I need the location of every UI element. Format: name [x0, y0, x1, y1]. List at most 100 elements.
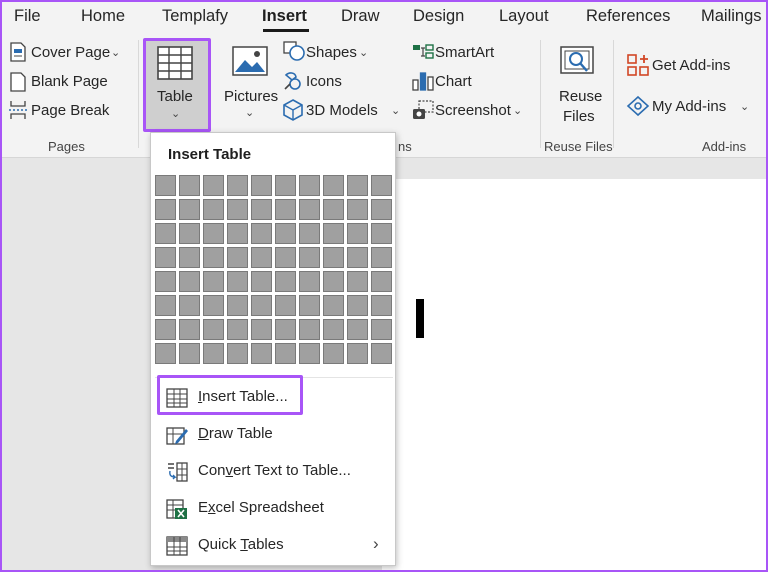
table-grid-cell[interactable]: [227, 295, 248, 316]
tab-home[interactable]: Home: [81, 7, 125, 26]
table-grid-cell[interactable]: [227, 319, 248, 340]
table-grid-cell[interactable]: [155, 271, 176, 292]
table-grid-cell[interactable]: [323, 199, 344, 220]
table-grid-cell[interactable]: [179, 319, 200, 340]
menu-item-draw-table[interactable]: Draw Table: [151, 417, 395, 453]
table-grid-cell[interactable]: [155, 295, 176, 316]
table-grid-cell[interactable]: [299, 175, 320, 196]
table-grid-cell[interactable]: [299, 247, 320, 268]
table-grid-cell[interactable]: [203, 247, 224, 268]
chevron-down-icon: ⌄: [245, 107, 255, 119]
table-grid-cell[interactable]: [155, 199, 176, 220]
table-grid-cell[interactable]: [179, 223, 200, 244]
tab-file[interactable]: File: [14, 7, 41, 26]
table-grid-cell[interactable]: [155, 223, 176, 244]
table-grid-cell[interactable]: [179, 199, 200, 220]
table-grid-cell[interactable]: [347, 319, 368, 340]
table-grid-cell[interactable]: [371, 247, 392, 268]
table-grid-cell[interactable]: [275, 319, 296, 340]
table-grid-cell[interactable]: [179, 175, 200, 196]
table-grid-cell[interactable]: [347, 295, 368, 316]
table-grid-cell[interactable]: [371, 223, 392, 244]
table-grid-cell[interactable]: [275, 271, 296, 292]
table-grid-cell[interactable]: [155, 343, 176, 364]
tab-templafy[interactable]: Templafy: [162, 7, 228, 26]
tab-references[interactable]: References: [586, 7, 670, 26]
icons-label: Icons: [306, 73, 342, 90]
table-grid-cell[interactable]: [371, 271, 392, 292]
table-grid-cell[interactable]: [323, 343, 344, 364]
table-grid-cell[interactable]: [275, 247, 296, 268]
active-tab-indicator: [263, 29, 309, 32]
table-grid-cell[interactable]: [323, 319, 344, 340]
table-grid-cell[interactable]: [371, 319, 392, 340]
tab-mailings[interactable]: Mailings: [701, 7, 762, 26]
table-grid-cell[interactable]: [227, 343, 248, 364]
table-grid-cell[interactable]: [371, 295, 392, 316]
table-grid-cell[interactable]: [299, 271, 320, 292]
table-grid-cell[interactable]: [179, 343, 200, 364]
table-grid-cell[interactable]: [323, 295, 344, 316]
table-grid-cell[interactable]: [347, 247, 368, 268]
table-grid-cell[interactable]: [227, 223, 248, 244]
menu-item-label: Quick Tables: [198, 536, 284, 553]
menu-item-quick-tables[interactable]: Quick Tables ›: [151, 528, 395, 564]
table-grid-cell[interactable]: [179, 295, 200, 316]
table-grid-cell[interactable]: [179, 271, 200, 292]
tab-design[interactable]: Design: [413, 7, 464, 26]
table-grid-cell[interactable]: [251, 175, 272, 196]
screenshot-label: Screenshot: [435, 102, 511, 119]
table-grid-cell[interactable]: [227, 175, 248, 196]
table-grid-cell[interactable]: [347, 271, 368, 292]
table-grid-cell[interactable]: [203, 343, 224, 364]
table-grid-cell[interactable]: [347, 199, 368, 220]
tab-layout[interactable]: Layout: [499, 7, 549, 26]
table-grid-cell[interactable]: [275, 199, 296, 220]
table-grid-cell[interactable]: [347, 175, 368, 196]
table-grid-cell[interactable]: [371, 199, 392, 220]
menu-item-convert-text-to-table[interactable]: Convert Text to Table...: [151, 454, 395, 490]
table-grid-cell[interactable]: [251, 343, 272, 364]
table-grid-cell[interactable]: [323, 223, 344, 244]
table-grid-cell[interactable]: [251, 199, 272, 220]
table-grid-cell[interactable]: [203, 271, 224, 292]
table-grid-cell[interactable]: [203, 319, 224, 340]
table-grid-cell[interactable]: [227, 247, 248, 268]
table-grid-cell[interactable]: [275, 175, 296, 196]
table-grid-cell[interactable]: [299, 295, 320, 316]
document-page[interactable]: [382, 179, 766, 570]
table-grid-cell[interactable]: [227, 271, 248, 292]
table-grid-cell[interactable]: [347, 343, 368, 364]
table-grid-cell[interactable]: [323, 175, 344, 196]
table-grid-cell[interactable]: [299, 199, 320, 220]
table-grid-cell[interactable]: [347, 223, 368, 244]
table-grid-cell[interactable]: [275, 223, 296, 244]
table-grid-cell[interactable]: [275, 295, 296, 316]
table-grid-cell[interactable]: [155, 247, 176, 268]
table-grid-cell[interactable]: [155, 319, 176, 340]
table-grid-cell[interactable]: [203, 175, 224, 196]
table-grid-cell[interactable]: [299, 343, 320, 364]
group-label-illustrations-partial: ns: [398, 139, 412, 154]
table-grid-cell[interactable]: [299, 319, 320, 340]
tab-insert[interactable]: Insert: [262, 7, 307, 26]
table-grid-cell[interactable]: [299, 223, 320, 244]
table-grid-cell[interactable]: [203, 199, 224, 220]
table-grid-cell[interactable]: [251, 271, 272, 292]
table-grid-cell[interactable]: [323, 247, 344, 268]
table-grid-cell[interactable]: [227, 199, 248, 220]
table-grid-cell[interactable]: [251, 247, 272, 268]
table-grid-cell[interactable]: [371, 175, 392, 196]
table-grid-cell[interactable]: [275, 343, 296, 364]
table-grid-cell[interactable]: [251, 295, 272, 316]
menu-item-excel-spreadsheet[interactable]: Excel Spreadsheet: [151, 491, 395, 527]
table-grid-cell[interactable]: [251, 319, 272, 340]
table-grid-cell[interactable]: [203, 295, 224, 316]
table-grid-cell[interactable]: [203, 223, 224, 244]
table-grid-cell[interactable]: [323, 271, 344, 292]
table-grid-cell[interactable]: [251, 223, 272, 244]
table-grid-cell[interactable]: [371, 343, 392, 364]
tab-draw[interactable]: Draw: [341, 7, 380, 26]
table-grid-cell[interactable]: [155, 175, 176, 196]
table-grid-cell[interactable]: [179, 247, 200, 268]
